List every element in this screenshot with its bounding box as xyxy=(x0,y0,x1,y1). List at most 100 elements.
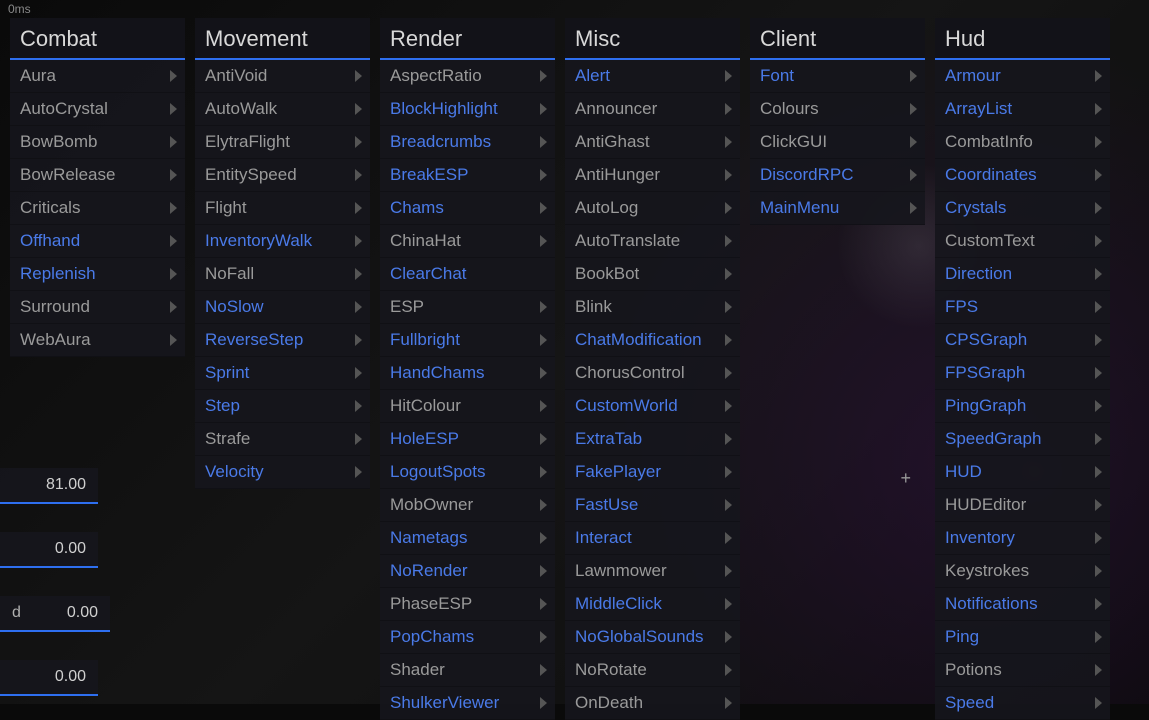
chevron-right-icon[interactable] xyxy=(1095,268,1102,280)
panel-misc[interactable]: MiscAlertAnnouncerAntiGhastAntiHungerAut… xyxy=(565,18,740,720)
panel-item-reversestep[interactable]: ReverseStep xyxy=(195,324,370,357)
chevron-right-icon[interactable] xyxy=(540,235,547,247)
chevron-right-icon[interactable] xyxy=(725,466,732,478)
panel-render[interactable]: RenderAspectRatioBlockHighlightBreadcrum… xyxy=(380,18,555,720)
chevron-right-icon[interactable] xyxy=(725,235,732,247)
side-value-2[interactable]: d0.00 xyxy=(0,596,110,632)
chevron-right-icon[interactable] xyxy=(540,598,547,610)
chevron-right-icon[interactable] xyxy=(540,631,547,643)
panel-item-criticals[interactable]: Criticals xyxy=(10,192,185,225)
panel-item-fastuse[interactable]: FastUse xyxy=(565,489,740,522)
panel-item-crystals[interactable]: Crystals xyxy=(935,192,1110,225)
panel-item-mainmenu[interactable]: MainMenu xyxy=(750,192,925,225)
side-value-0[interactable]: 81.00 xyxy=(0,468,98,504)
side-value-1[interactable]: 0.00 xyxy=(0,532,98,568)
panel-item-esp[interactable]: ESP xyxy=(380,291,555,324)
panel-item-blockhighlight[interactable]: BlockHighlight xyxy=(380,93,555,126)
chevron-right-icon[interactable] xyxy=(355,400,362,412)
chevron-right-icon[interactable] xyxy=(1095,202,1102,214)
panel-item-surround[interactable]: Surround xyxy=(10,291,185,324)
panel-item-chinahat[interactable]: ChinaHat xyxy=(380,225,555,258)
panel-item-fullbright[interactable]: Fullbright xyxy=(380,324,555,357)
panel-hud[interactable]: HudArmourArrayListCombatInfoCoordinatesC… xyxy=(935,18,1110,720)
panel-item-bookbot[interactable]: BookBot xyxy=(565,258,740,291)
panel-header-movement[interactable]: Movement xyxy=(195,18,370,60)
panel-item-font[interactable]: Font xyxy=(750,60,925,93)
panel-item-customtext[interactable]: CustomText xyxy=(935,225,1110,258)
panel-item-inventory[interactable]: Inventory xyxy=(935,522,1110,555)
chevron-right-icon[interactable] xyxy=(725,103,732,115)
chevron-right-icon[interactable] xyxy=(1095,103,1102,115)
panel-item-hud[interactable]: HUD xyxy=(935,456,1110,489)
panel-item-antighast[interactable]: AntiGhast xyxy=(565,126,740,159)
panel-item-middleclick[interactable]: MiddleClick xyxy=(565,588,740,621)
panel-item-choruscontrol[interactable]: ChorusControl xyxy=(565,357,740,390)
panel-item-step[interactable]: Step xyxy=(195,390,370,423)
panel-item-direction[interactable]: Direction xyxy=(935,258,1110,291)
panel-item-chatmodification[interactable]: ChatModification xyxy=(565,324,740,357)
panel-item-cpsgraph[interactable]: CPSGraph xyxy=(935,324,1110,357)
panel-item-elytraflight[interactable]: ElytraFlight xyxy=(195,126,370,159)
panel-item-bowbomb[interactable]: BowBomb xyxy=(10,126,185,159)
chevron-right-icon[interactable] xyxy=(1095,466,1102,478)
chevron-right-icon[interactable] xyxy=(725,334,732,346)
chevron-right-icon[interactable] xyxy=(1095,499,1102,511)
panel-item-strafe[interactable]: Strafe xyxy=(195,423,370,456)
chevron-right-icon[interactable] xyxy=(725,136,732,148)
chevron-right-icon[interactable] xyxy=(910,169,917,181)
chevron-right-icon[interactable] xyxy=(355,268,362,280)
panel-item-discordrpc[interactable]: DiscordRPC xyxy=(750,159,925,192)
chevron-right-icon[interactable] xyxy=(540,202,547,214)
panel-item-replenish[interactable]: Replenish xyxy=(10,258,185,291)
panel-item-notifications[interactable]: Notifications xyxy=(935,588,1110,621)
chevron-right-icon[interactable] xyxy=(725,598,732,610)
chevron-right-icon[interactable] xyxy=(355,169,362,181)
chevron-right-icon[interactable] xyxy=(725,565,732,577)
panel-item-mobowner[interactable]: MobOwner xyxy=(380,489,555,522)
chevron-right-icon[interactable] xyxy=(1095,169,1102,181)
chevron-right-icon[interactable] xyxy=(355,334,362,346)
chevron-right-icon[interactable] xyxy=(725,532,732,544)
chevron-right-icon[interactable] xyxy=(1095,367,1102,379)
panel-item-antihunger[interactable]: AntiHunger xyxy=(565,159,740,192)
panel-header-misc[interactable]: Misc xyxy=(565,18,740,60)
chevron-right-icon[interactable] xyxy=(540,532,547,544)
panel-header-render[interactable]: Render xyxy=(380,18,555,60)
chevron-right-icon[interactable] xyxy=(170,103,177,115)
chevron-right-icon[interactable] xyxy=(725,697,732,709)
chevron-right-icon[interactable] xyxy=(1095,433,1102,445)
panel-item-clearchat[interactable]: ClearChat xyxy=(380,258,555,291)
panel-item-inventorywalk[interactable]: InventoryWalk xyxy=(195,225,370,258)
panel-item-antivoid[interactable]: AntiVoid xyxy=(195,60,370,93)
panel-item-ping[interactable]: Ping xyxy=(935,621,1110,654)
chevron-right-icon[interactable] xyxy=(170,301,177,313)
panel-item-extratab[interactable]: ExtraTab xyxy=(565,423,740,456)
panel-item-autocrystal[interactable]: AutoCrystal xyxy=(10,93,185,126)
panel-item-holeesp[interactable]: HoleESP xyxy=(380,423,555,456)
panel-combat[interactable]: CombatAuraAutoCrystalBowBombBowReleaseCr… xyxy=(10,18,185,357)
panel-header-client[interactable]: Client xyxy=(750,18,925,60)
panel-item-flight[interactable]: Flight xyxy=(195,192,370,225)
panel-item-clickgui[interactable]: ClickGUI xyxy=(750,126,925,159)
panel-item-shader[interactable]: Shader xyxy=(380,654,555,687)
panel-item-offhand[interactable]: Offhand xyxy=(10,225,185,258)
chevron-right-icon[interactable] xyxy=(1095,697,1102,709)
chevron-right-icon[interactable] xyxy=(170,268,177,280)
chevron-right-icon[interactable] xyxy=(540,334,547,346)
panel-item-sprint[interactable]: Sprint xyxy=(195,357,370,390)
chevron-right-icon[interactable] xyxy=(1095,400,1102,412)
panel-item-coordinates[interactable]: Coordinates xyxy=(935,159,1110,192)
chevron-right-icon[interactable] xyxy=(910,70,917,82)
chevron-right-icon[interactable] xyxy=(355,433,362,445)
panel-item-nofall[interactable]: NoFall xyxy=(195,258,370,291)
chevron-right-icon[interactable] xyxy=(1095,532,1102,544)
panel-item-autolog[interactable]: AutoLog xyxy=(565,192,740,225)
chevron-right-icon[interactable] xyxy=(1095,301,1102,313)
panel-client[interactable]: ClientFontColoursClickGUIDiscordRPCMainM… xyxy=(750,18,925,225)
chevron-right-icon[interactable] xyxy=(725,433,732,445)
panel-item-announcer[interactable]: Announcer xyxy=(565,93,740,126)
chevron-right-icon[interactable] xyxy=(170,70,177,82)
chevron-right-icon[interactable] xyxy=(540,565,547,577)
panel-item-norotate[interactable]: NoRotate xyxy=(565,654,740,687)
chevron-right-icon[interactable] xyxy=(910,103,917,115)
